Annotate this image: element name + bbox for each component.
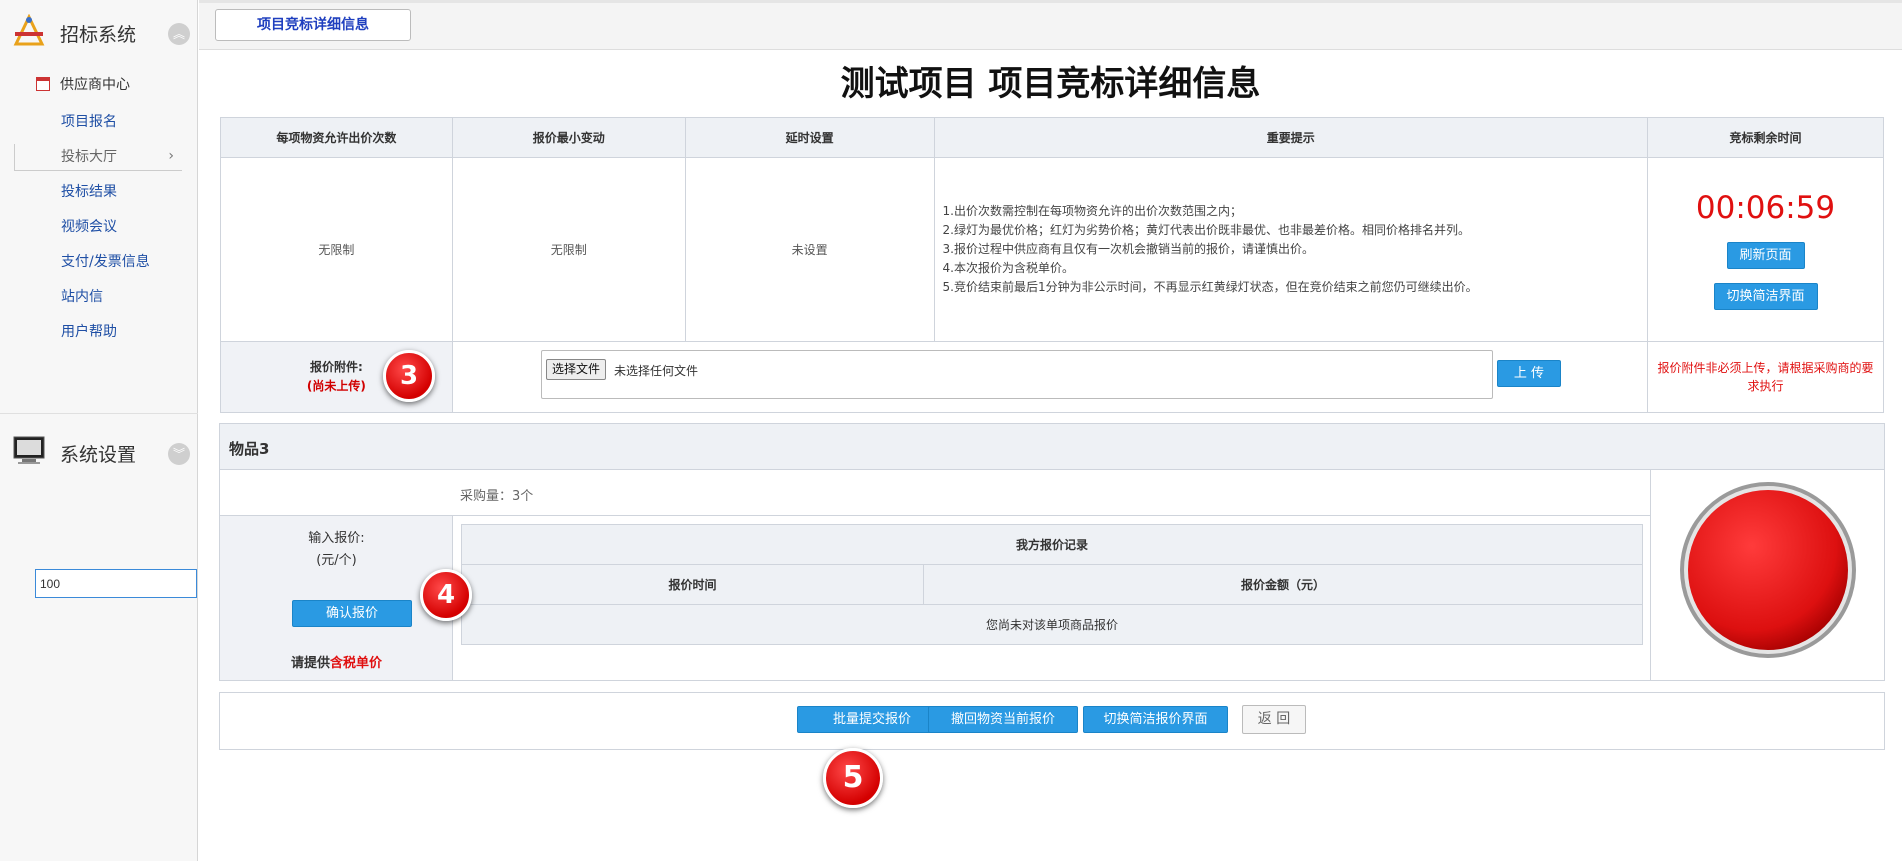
record-col-amount: 报价金额（元） — [923, 564, 1643, 605]
status-light-panel — [1650, 470, 1884, 680]
price-input[interactable] — [35, 569, 197, 598]
monitor-icon — [13, 436, 45, 464]
record-empty-text: 您尚未对该单项商品报价 — [461, 604, 1643, 645]
tax-hint-prefix: 请提供 — [290, 656, 330, 671]
header-min-change: 报价最小变动 — [451, 117, 686, 158]
upload-button[interactable]: 上 传 — [1497, 360, 1561, 387]
time-remaining-cell: 00:06:59 刷新页面 切换简洁界面 — [1647, 157, 1884, 342]
collapse-chevron-icon[interactable]: ︽ — [168, 23, 190, 45]
tax-hint: 请提供含税单价 — [220, 652, 453, 671]
item-name: 物品3 — [229, 440, 270, 458]
chevron-right-icon: › — [168, 148, 174, 164]
refresh-page-button[interactable]: 刷新页面 — [1726, 241, 1805, 269]
quantity-row: 采购量：3个 — [220, 470, 1650, 516]
sidebar-sub-label: 供应商中心 — [60, 77, 130, 93]
switch-simple-view-button[interactable]: 切换简洁界面 — [1713, 282, 1818, 310]
back-button[interactable]: 返 回 — [1242, 705, 1306, 734]
bid-count-value: 无限制 — [220, 157, 453, 342]
header-time-remaining: 竞标剩余时间 — [1647, 117, 1884, 158]
important-tips: 1.出价次数需控制在每项物资允许的出价次数范围之内； 2.绿灯为最优价格；红灯为… — [933, 157, 1649, 342]
sidebar-header-system[interactable]: 系统设置 ︾ — [0, 420, 198, 474]
header-important-tips: 重要提示 — [933, 117, 1649, 158]
bid-record-table: 我方报价记录 报价时间 报价金额（元） 您尚未对该单项商品报价 — [461, 524, 1643, 645]
tip-line: 4.本次报价为含税单价。 — [942, 261, 1074, 275]
sidebar-item-payment-invoice[interactable]: 支付/发票信息 — [61, 251, 150, 271]
file-input-box[interactable]: 选择文件 未选择任何文件 — [541, 350, 1493, 399]
annotation-badge-3: 3 — [383, 350, 435, 402]
price-input-panel: 输入报价: (元/个) 请提供含税单价 — [220, 516, 453, 680]
countdown-timer: 00:06:59 — [1695, 189, 1836, 226]
purchase-quantity: 采购量：3个 — [460, 489, 534, 504]
item-header: 物品3 — [220, 424, 1884, 470]
calendar-icon — [36, 77, 50, 91]
tip-line: 2.绿灯为最优价格；红灯为劣势价格；黄灯代表出价既非最优、也非最差价格。相同价格… — [942, 223, 1470, 237]
annotation-badge-5: 5 — [823, 748, 883, 808]
sidebar-header-bidding[interactable]: 招标系统 ︽ — [0, 0, 198, 54]
sidebar-item-messages[interactable]: 站内信 — [61, 286, 103, 306]
min-change-value: 无限制 — [451, 157, 686, 342]
switch-simple-bid-view-button[interactable]: 切换简洁报价界面 — [1083, 706, 1228, 733]
sidebar: 招标系统 ︽ 供应商中心 项目报名 › 投标大厅 投标结果 视频会议 支付/发票… — [0, 0, 198, 861]
header-bid-count: 每项物资允许出价次数 — [220, 117, 453, 158]
price-unit-label: (元/个) — [316, 553, 357, 568]
record-title: 我方报价记录 — [461, 524, 1643, 565]
tip-line: 3.报价过程中供应商有且仅有一次机会撤销当前的报价，请谨慎出价。 — [942, 242, 1314, 256]
tip-line: 5.竞价结束前最后1分钟为非公示时间，不再显示红黄绿灯状态，但在竞价结束之前您仍… — [942, 280, 1478, 294]
record-col-time: 报价时间 — [461, 564, 924, 605]
sidebar-item-project-signup[interactable]: 项目报名 — [61, 111, 117, 131]
sidebar-sub-supplier-center[interactable]: 供应商中心 — [36, 74, 130, 94]
sidebar-item-video-meeting[interactable]: 视频会议 — [61, 216, 117, 236]
tab-project-bid-detail[interactable]: 项目竞标详细信息 — [215, 9, 411, 41]
expand-chevron-icon[interactable]: ︾ — [168, 443, 190, 465]
tip-line: 1.出价次数需控制在每项物资允许的出价次数范围之内； — [942, 204, 1242, 218]
sidebar-item-bidding-hall[interactable]: 投标大厅 — [61, 146, 117, 166]
page-title: 测试项目 项目竞标详细信息 — [840, 64, 1261, 104]
sidebar-divider — [0, 413, 198, 414]
withdraw-current-bid-button[interactable]: 撤回物资当前报价 — [928, 706, 1078, 733]
sidebar-system-title: 系统设置 — [60, 444, 137, 466]
delay-value: 未设置 — [684, 157, 935, 342]
choose-file-button[interactable]: 选择文件 — [546, 359, 607, 380]
no-file-chosen-text: 未选择任何文件 — [614, 364, 699, 378]
batch-submit-button[interactable]: 批量提交报价 — [797, 706, 947, 733]
attachment-note: 报价附件非必须上传，请根据采购商的要求执行 — [1647, 341, 1884, 413]
status-light-icon — [1680, 482, 1856, 658]
bidding-tools-icon — [13, 14, 45, 46]
annotation-badge-4: 4 — [420, 569, 472, 621]
sidebar-title: 招标系统 — [60, 24, 137, 46]
tab-bar: 项目竞标详细信息 — [199, 0, 1902, 50]
confirm-price-button[interactable]: 确认报价 — [292, 600, 412, 627]
sidebar-item-bid-results[interactable]: 投标结果 — [61, 181, 117, 201]
price-input-label: 输入报价: — [308, 531, 365, 546]
tax-hint-emphasis: 含税单价 — [330, 656, 383, 671]
sidebar-item-help[interactable]: 用户帮助 — [61, 321, 117, 341]
header-delay: 延时设置 — [684, 117, 935, 158]
